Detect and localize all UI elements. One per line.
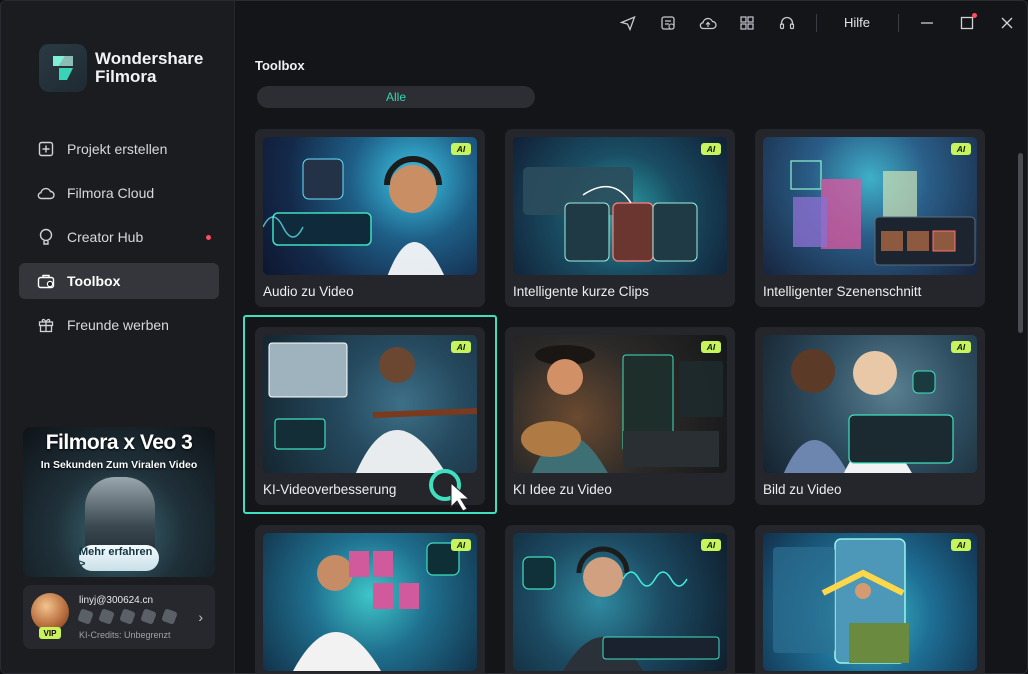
close-icon[interactable] [997,13,1017,33]
notification-dot [206,235,211,240]
filter-bar[interactable]: Alle [257,86,535,108]
app-name-line2: Filmora [95,67,157,86]
toolbox-icon [37,272,55,290]
tool-card[interactable]: AI [755,525,985,673]
badge-icon [140,608,157,625]
tool-card-ki-videoverbesserung[interactable]: AI KI-Videoverbesserung [255,327,485,511]
account-email: linyj@300624.cn [79,595,154,606]
help-button[interactable]: Hilfe [844,15,870,30]
ai-badge: AI [451,539,471,551]
cloud-icon [37,184,55,202]
card-label: KI-Videoverbesserung [263,482,397,497]
ai-badge: AI [951,143,971,155]
card-label: Intelligente kurze Clips [513,284,649,299]
ai-badge: AI [951,341,971,353]
filmora-logo-icon [39,44,87,92]
sidebar-item-freunde-werben[interactable]: Freunde werben [19,307,219,343]
account-panel[interactable]: VIP linyj@300624.cn KI-Credits: Unbegren… [23,585,215,649]
ai-badge: AI [701,143,721,155]
sidebar-item-label: Toolbox [67,273,121,289]
mouse-cursor-icon [429,469,471,511]
divider [816,14,817,32]
card-thumbnail: AI [513,137,727,275]
filter-tab-alle[interactable]: Alle [386,90,406,104]
promo-banner[interactable]: Filmora x Veo 3 In Sekunden Zum Viralen … [23,427,215,577]
app-logo: Wondershare Filmora [39,44,203,92]
app-window: Wondershare Filmora Projekt erstellen Fi… [0,0,1028,674]
scrollbar[interactable] [1018,153,1023,333]
card-thumbnail: AI [263,533,477,671]
badge-icon [77,608,94,625]
tool-card[interactable]: AI [255,525,485,673]
badge-icon [119,608,136,625]
promo-learn-more-button[interactable]: Mehr erfahren > [79,545,159,571]
promo-title: Filmora x Veo 3 [45,431,193,454]
vip-badge: VIP [39,627,61,639]
grid-apps-icon[interactable] [737,13,757,33]
title-bar: Hilfe [235,1,1027,45]
card-thumbnail: AI [513,335,727,473]
gift-icon [37,316,55,334]
card-thumbnail: AI [263,137,477,275]
card-thumbnail: AI [763,335,977,473]
ai-badge: AI [951,539,971,551]
divider [898,14,899,32]
sidebar-item-filmora-cloud[interactable]: Filmora Cloud [19,175,219,211]
avatar[interactable] [31,593,69,631]
sidebar-item-label: Projekt erstellen [67,141,168,157]
tool-card-intelligente-kurze-clips[interactable]: AI Intelligente kurze Clips [505,129,735,307]
ai-badge: AI [451,143,471,155]
card-label: KI Idee zu Video [513,482,612,497]
sidebar-item-label: Creator Hub [67,229,144,245]
sidebar-item-toolbox[interactable]: Toolbox [19,263,219,299]
card-label: Bild zu Video [763,482,842,497]
sidebar-nav: Projekt erstellen Filmora Cloud Creator … [19,131,219,351]
ai-badge: AI [451,341,471,353]
headset-icon[interactable] [777,13,797,33]
card-label: Audio zu Video [263,284,354,299]
app-name-line1: Wondershare [95,49,204,68]
task-list-icon[interactable] [658,13,678,33]
ai-badge: AI [701,341,721,353]
card-thumbnail: AI [763,533,977,671]
send-icon[interactable] [618,13,638,33]
promo-subtitle: In Sekunden Zum Viralen Video [40,459,198,471]
tool-card-audio-zu-video[interactable]: AI Audio zu Video [255,129,485,307]
cloud-upload-icon[interactable] [698,13,718,33]
achievement-badges [77,608,178,625]
tool-card-ki-idee-zu-video[interactable]: AI KI Idee zu Video [505,327,735,505]
ai-credits: KI-Credits: Unbegrenzt [79,630,171,640]
card-thumbnail: AI [513,533,727,671]
card-label: Intelligenter Szenenschnitt [763,284,922,299]
tool-card[interactable]: AI [505,525,735,673]
tool-card-bild-zu-video[interactable]: AI Bild zu Video [755,327,985,505]
sidebar-item-projekt-erstellen[interactable]: Projekt erstellen [19,131,219,167]
badge-icon [161,608,178,625]
sidebar-item-label: Freunde werben [67,317,169,333]
badge-icon [98,608,115,625]
minimize-icon[interactable] [917,13,937,33]
bulb-icon [37,228,55,246]
card-thumbnail: AI [763,137,977,275]
ai-badge: AI [701,539,721,551]
main-content: Toolbox Alle AI Audio zu Video AI Intell… [235,45,1027,673]
plus-square-icon [37,140,55,158]
page-title: Toolbox [255,58,305,73]
sidebar-item-creator-hub[interactable]: Creator Hub [19,219,219,255]
notification-dot [972,13,977,18]
chevron-right-icon[interactable]: › [198,609,203,625]
sidebar-item-label: Filmora Cloud [67,185,155,201]
sidebar: Wondershare Filmora Projekt erstellen Fi… [1,1,235,673]
card-thumbnail: AI [263,335,477,473]
tool-card-intelligenter-szenenschnitt[interactable]: AI Intelligenter Szenenschnitt [755,129,985,307]
